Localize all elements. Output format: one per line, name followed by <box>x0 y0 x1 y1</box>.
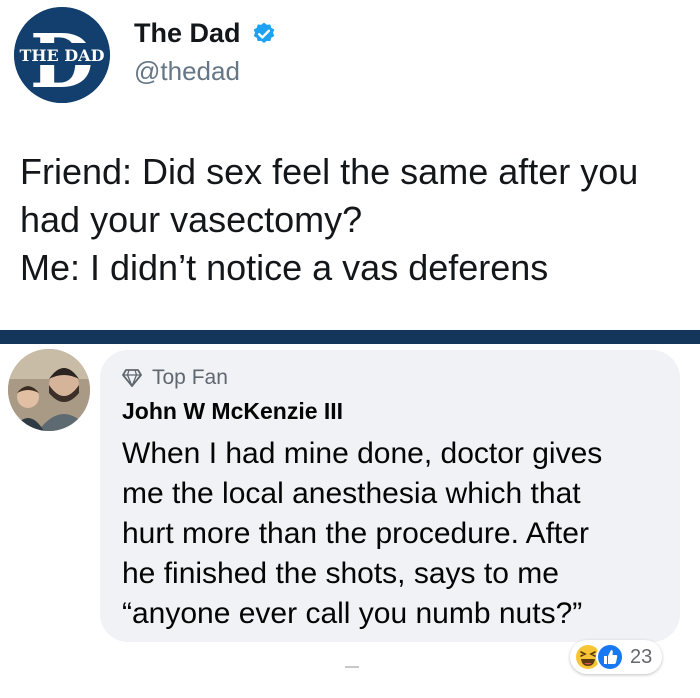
top-fan-badge: Top Fan <box>122 366 228 390</box>
avatar[interactable] <box>8 349 90 431</box>
tweet-author-row: The Dad <box>134 18 277 49</box>
comment-line: he finished the shots, says to me <box>122 557 559 590</box>
logo-text: THE DAD <box>20 46 105 65</box>
tweet-line: had your vasectomy? <box>20 199 363 240</box>
faint-mark <box>345 666 359 668</box>
comment-line: hurt more than the procedure. After <box>122 517 589 550</box>
verified-badge-icon <box>253 22 274 43</box>
comment-section: Top Fan John W McKenzie III When I had m… <box>0 344 700 698</box>
comment-line: me the local anesthesia which that <box>122 477 581 510</box>
like-icon <box>596 643 624 671</box>
comment-text: When I had mine done, doctor gives me th… <box>122 434 672 634</box>
comment-bubble: Top Fan John W McKenzie III When I had m… <box>100 350 680 642</box>
reactions-summary[interactable]: 23 <box>570 640 663 674</box>
comment-author[interactable]: John W McKenzie III <box>122 398 343 425</box>
badge-label: Top Fan <box>152 366 228 389</box>
comment-line: When I had mine done, doctor gives <box>122 437 603 470</box>
comment-line: “anyone ever call you numb nuts?” <box>122 597 583 630</box>
the-dad-logo[interactable]: D THE DAD <box>14 7 110 103</box>
display-name[interactable]: The Dad <box>134 18 241 49</box>
diamond-icon <box>122 369 142 387</box>
reaction-count: 23 <box>630 645 653 668</box>
tweet-card: D THE DAD The Dad @thedad Friend: Did se… <box>0 0 700 330</box>
divider-bar <box>0 330 700 344</box>
tweet-line: Friend: Did sex feel the same after you <box>20 151 639 192</box>
handle[interactable]: @thedad <box>134 56 240 87</box>
tweet-line: Me: I didn’t notice a vas deferens <box>20 247 549 288</box>
tweet-text: Friend: Did sex feel the same after you … <box>20 148 690 292</box>
